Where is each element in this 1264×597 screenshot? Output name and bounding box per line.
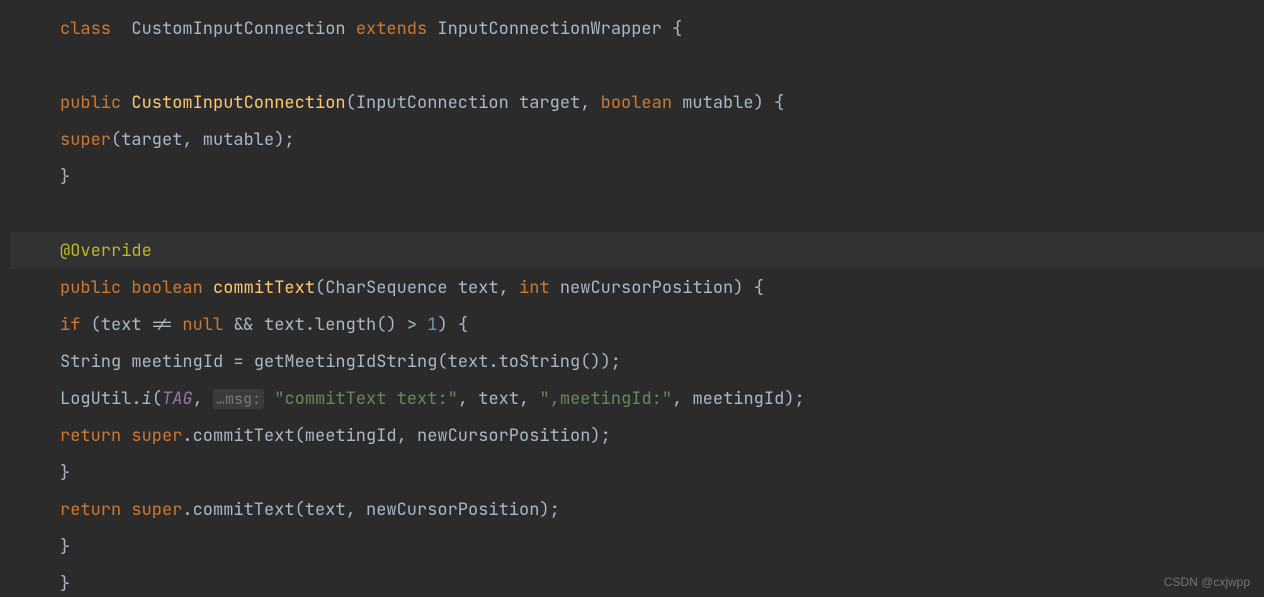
superclass-name: InputConnectionWrapper — [427, 18, 672, 40]
brace-close: } — [60, 536, 70, 558]
call: .commitText(text, newCursorPosition); — [182, 499, 559, 521]
keyword-super: super — [131, 425, 182, 447]
code-line[interactable]: String meetingId = getMeetingIdString(te… — [10, 343, 1264, 380]
param-name: mutable — [682, 92, 753, 114]
call-args: (target, mutable); — [111, 129, 295, 151]
class-name: CustomInputConnection — [121, 18, 356, 40]
paren-open: ( — [152, 388, 162, 410]
number-literal: 1 — [427, 314, 437, 336]
method-name: commitText — [213, 277, 315, 299]
cond-close: ) { — [437, 314, 468, 336]
param-name: text — [458, 277, 499, 299]
brace-open: { — [672, 18, 682, 40]
call: .commitText(meetingId, newCursorPosition… — [182, 425, 610, 447]
comma: , — [580, 92, 600, 114]
cond-mid: && text.length() > — [223, 314, 427, 336]
param-type: int — [519, 277, 560, 299]
code-line[interactable]: } — [10, 454, 1264, 491]
brace-close: } — [60, 462, 70, 484]
param-type: boolean — [601, 92, 683, 114]
comma: , — [499, 277, 519, 299]
args-tail: , meetingId); — [672, 388, 805, 410]
keyword-extends: extends — [356, 18, 427, 40]
code-line-blank[interactable] — [10, 47, 1264, 84]
log-prefix: LogUtil. — [60, 388, 142, 410]
code-line[interactable]: return super.commitText(meetingId, newCu… — [10, 417, 1264, 454]
code-line-blank[interactable] — [10, 195, 1264, 232]
local-type: String — [60, 351, 131, 373]
code-line[interactable]: super(target, mutable); — [10, 121, 1264, 158]
code-line[interactable]: } — [10, 565, 1264, 597]
annotation-override: @Override — [60, 240, 152, 262]
keyword-public: public — [60, 277, 131, 299]
brace-close: } — [60, 573, 70, 595]
code-editor[interactable]: class CustomInputConnection extends Inpu… — [0, 0, 1264, 597]
code-line[interactable]: } — [10, 528, 1264, 565]
comma: , — [193, 388, 213, 410]
keyword-return: return — [60, 499, 131, 521]
code-line[interactable]: LogUtil.i(TAG, …msg: "commitText text:",… — [10, 380, 1264, 417]
paren-close: ) { — [733, 277, 764, 299]
paren-open: ( — [346, 92, 356, 114]
keyword-super: super — [60, 129, 111, 151]
code-line[interactable]: return super.commitText(text, newCursorP… — [10, 491, 1264, 528]
watermark: CSDN @cxjwpp — [1164, 575, 1250, 589]
code-line[interactable]: class CustomInputConnection extends Inpu… — [10, 10, 1264, 47]
string-literal: ",meetingId:" — [539, 388, 672, 410]
return-type: boolean — [131, 277, 213, 299]
log-method: i — [142, 388, 152, 410]
inlay-hint-msg: …msg: — [213, 389, 264, 409]
keyword-null: null — [182, 314, 223, 336]
constructor-name: CustomInputConnection — [131, 92, 345, 114]
field-tag: TAG — [162, 388, 193, 410]
keyword-super: super — [131, 499, 182, 521]
keyword-class: class — [60, 18, 121, 40]
paren-open: ( — [315, 277, 325, 299]
brace-close: } — [60, 166, 70, 188]
string-literal: "commitText text:" — [264, 388, 458, 410]
paren-close: ) { — [754, 92, 785, 114]
call: getMeetingIdString(text.toString()); — [254, 351, 621, 373]
param-type: CharSequence — [325, 277, 458, 299]
param-type: InputConnection — [356, 92, 519, 114]
cond-open: (text != — [91, 314, 183, 336]
keyword-public: public — [60, 92, 131, 114]
args: , text, — [458, 388, 540, 410]
code-line[interactable]: } — [10, 158, 1264, 195]
keyword-return: return — [60, 425, 131, 447]
code-line[interactable]: public boolean commitText(CharSequence t… — [10, 269, 1264, 306]
param-name: newCursorPosition — [560, 277, 733, 299]
code-line-highlighted[interactable]: @Override — [10, 232, 1264, 269]
code-line[interactable]: public CustomInputConnection(InputConnec… — [10, 84, 1264, 121]
code-line[interactable]: if (text != null && text.length() > 1) { — [10, 306, 1264, 343]
keyword-if: if — [60, 314, 91, 336]
param-name: target — [519, 92, 580, 114]
local-assign: meetingId = — [131, 351, 253, 373]
